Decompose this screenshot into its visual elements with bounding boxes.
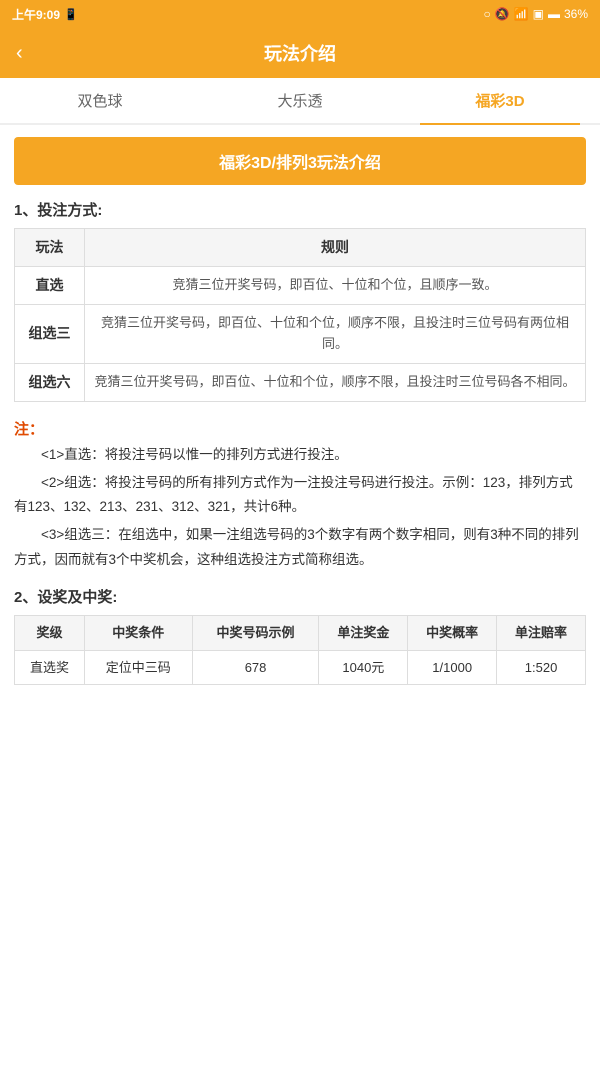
signal-icon: ▣ [533, 7, 544, 21]
table-row: 直选 竞猜三位开奖号码，即百位、十位和个位，且顺序一致。 [15, 267, 586, 305]
tab-daletou[interactable]: 大乐透 [200, 78, 400, 123]
alarm-icon: ○ [483, 7, 490, 21]
game-rule-zuxuan3: 竞猜三位开奖号码，即百位、十位和个位，顺序不限，且投注时三位号码有两位相同。 [85, 305, 586, 364]
main-content: 福彩3D/排列3玩法介绍 1、投注方式: 玩法 规则 直选 竞猜三位开奖号码，即… [0, 125, 600, 697]
award-table: 奖级 中奖条件 中奖号码示例 单注奖金 中奖概率 单注赔率 直选奖 定位中三码 … [14, 615, 586, 685]
award-col-condition: 中奖条件 [84, 616, 192, 651]
section2-heading: 2、设奖及中奖: [14, 586, 586, 607]
award-ratio: 1:520 [497, 650, 586, 685]
battery-icon: ▬ [548, 7, 560, 21]
col-header-gametype: 玩法 [15, 229, 85, 267]
award-col-ratio: 单注赔率 [497, 616, 586, 651]
game-name-zhixuan: 直选 [15, 267, 85, 305]
page-title: 玩法介绍 [46, 40, 554, 66]
award-level: 直选奖 [15, 650, 85, 685]
game-rule-zhixuan: 竞猜三位开奖号码，即百位、十位和个位，且顺序一致。 [85, 267, 586, 305]
award-condition: 定位中三码 [84, 650, 192, 685]
status-time: 上午9:09 📱 [12, 6, 78, 23]
game-name-zuxuan3: 组选三 [15, 305, 85, 364]
award-example: 678 [192, 650, 319, 685]
game-name-zuxuan6: 组选六 [15, 363, 85, 401]
note-item-2: <2>组选：将投注号码的所有排列方式作为一注投注号码进行投注。示例：123，排列… [14, 471, 586, 520]
award-col-prize: 单注奖金 [319, 616, 408, 651]
award-col-level: 奖级 [15, 616, 85, 651]
bell-icon: 🔕 [495, 7, 510, 21]
back-button[interactable]: ‹ [16, 42, 46, 65]
game-table: 玩法 规则 直选 竞猜三位开奖号码，即百位、十位和个位，且顺序一致。 组选三 竞… [14, 228, 586, 402]
notes-section: 注： <1>直选：将投注号码以惟一的排列方式进行投注。 <2>组选：将投注号码的… [14, 416, 586, 572]
col-header-rule: 规则 [85, 229, 586, 267]
game-rule-zuxuan6: 竞猜三位开奖号码，即百位、十位和个位，顺序不限，且投注时三位号码各不相同。 [85, 363, 586, 401]
award-col-example: 中奖号码示例 [192, 616, 319, 651]
note-item-3: <3>组选三：在组选中，如果一注组选号码的3个数字有两个数字相同，则有3种不同的… [14, 523, 586, 572]
nav-bar: ‹ 玩法介绍 [0, 28, 600, 78]
tab-fucai3d[interactable]: 福彩3D [400, 78, 600, 123]
tab-shuangseqiu[interactable]: 双色球 [0, 78, 200, 123]
status-icons: ○ 🔕 📶 ▣ ▬ 36% [483, 7, 588, 21]
note-item-1: <1>直选：将投注号码以惟一的排列方式进行投注。 [14, 443, 586, 467]
wifi-icon: 📶 [514, 7, 529, 21]
table-row: 组选三 竞猜三位开奖号码，即百位、十位和个位，顺序不限，且投注时三位号码有两位相… [15, 305, 586, 364]
note-label: 注： [14, 421, 44, 438]
tab-bar: 双色球 大乐透 福彩3D [0, 78, 600, 125]
sim-icon: 📱 [64, 8, 78, 21]
award-prize: 1040元 [319, 650, 408, 685]
table-row: 组选六 竞猜三位开奖号码，即百位、十位和个位，顺序不限，且投注时三位号码各不相同… [15, 363, 586, 401]
status-bar: 上午9:09 📱 ○ 🔕 📶 ▣ ▬ 36% [0, 0, 600, 28]
award-col-odds: 中奖概率 [408, 616, 497, 651]
award-odds: 1/1000 [408, 650, 497, 685]
award-row: 直选奖 定位中三码 678 1040元 1/1000 1:520 [15, 650, 586, 685]
section-banner: 福彩3D/排列3玩法介绍 [14, 137, 586, 185]
section1-heading: 1、投注方式: [14, 199, 586, 220]
